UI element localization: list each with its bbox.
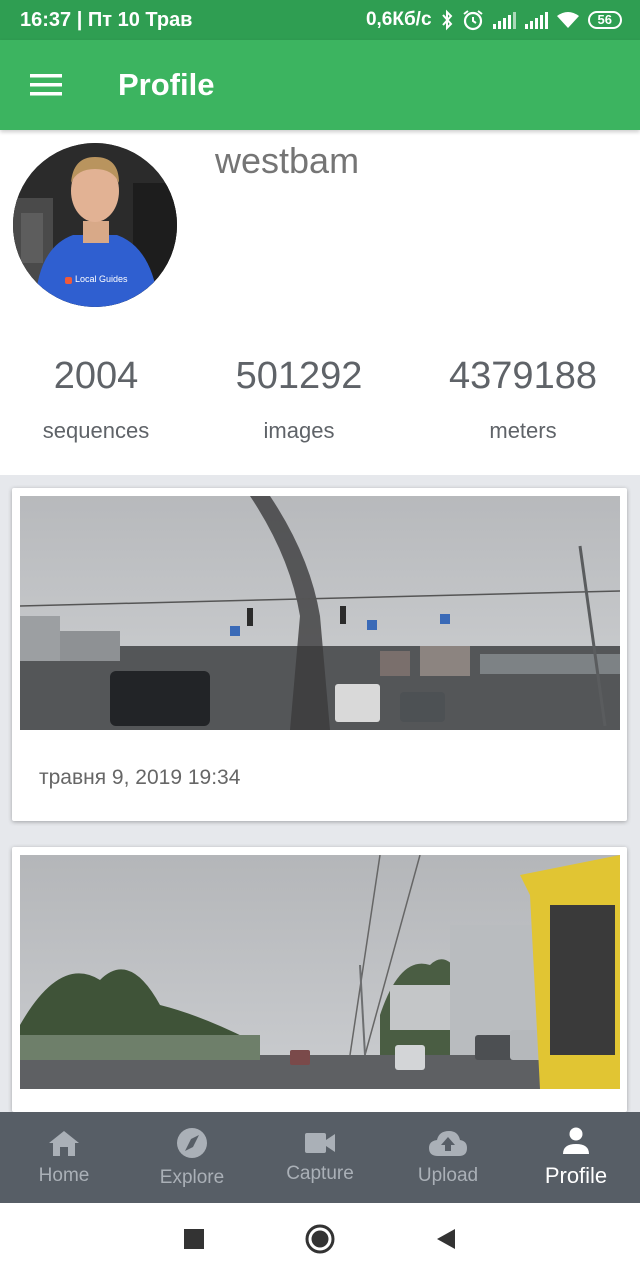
stats-row: 2004 sequences 501292 images 4379188 met… <box>0 355 640 444</box>
nav-capture[interactable]: Capture <box>256 1112 384 1203</box>
username: westbam <box>215 140 360 181</box>
nav-profile[interactable]: Profile <box>512 1112 640 1203</box>
stat-sequences: 2004 sequences <box>0 355 192 444</box>
bottom-nav: Home Explore Capture Upload Profile <box>0 1112 640 1203</box>
bluetooth-icon <box>440 9 454 31</box>
system-nav-bar <box>0 1203 640 1280</box>
signal-icon <box>492 11 516 29</box>
nav-upload-label: Upload <box>417 1164 479 1186</box>
stat-label: meters <box>489 418 557 443</box>
hamburger-menu-icon[interactable] <box>0 40 92 130</box>
recent-apps-icon[interactable] <box>184 1229 204 1254</box>
stat-meters: 4379188 meters <box>406 355 640 444</box>
stat-images: 501292 images <box>192 355 406 444</box>
stat-label: images <box>263 418 335 443</box>
compass-icon <box>176 1127 208 1159</box>
nav-home-label: Home <box>38 1164 90 1186</box>
nav-upload[interactable]: Upload <box>384 1112 512 1203</box>
nav-profile-label: Profile <box>544 1162 608 1188</box>
avatar-badge-text: Local Guides <box>75 274 128 284</box>
home-icon <box>48 1129 80 1157</box>
stat-value: 2004 <box>53 355 139 397</box>
stat-label: sequences <box>42 418 150 443</box>
nav-home[interactable]: Home <box>0 1112 128 1203</box>
battery-icon: 56 <box>587 11 622 29</box>
home-circle-icon[interactable] <box>304 1223 336 1260</box>
sequence-date: травня 9, 2019 19:34 <box>39 766 241 789</box>
nav-explore-label: Explore <box>159 1166 225 1188</box>
status-time-date: 16:37 | Пт 10 Трав <box>20 8 193 31</box>
app-bar: Profile <box>0 40 640 130</box>
stat-value: 501292 <box>235 355 363 397</box>
wifi-icon <box>556 11 580 29</box>
cloud-upload-icon <box>428 1129 468 1157</box>
sequence-card[interactable]: травня 9, 2019 19:34 <box>12 488 627 821</box>
avatar[interactable]: Local Guides <box>13 143 177 307</box>
back-icon[interactable] <box>436 1228 456 1255</box>
nav-capture-label: Capture <box>286 1162 354 1184</box>
sequence-thumbnail[interactable] <box>20 855 620 1089</box>
network-speed: 0,6Кб/с <box>365 9 432 30</box>
status-bar: 16:37 | Пт 10 Трав 0,6Кб/с 56 <box>0 0 640 40</box>
stat-value: 4379188 <box>449 355 597 397</box>
profile-header: Local Guides westbam 2004 sequences 5012… <box>0 130 640 475</box>
page-title: Profile <box>118 67 215 102</box>
videocam-icon <box>304 1131 336 1155</box>
signal-icon <box>524 11 548 29</box>
nav-explore[interactable]: Explore <box>128 1112 256 1203</box>
alarm-icon <box>462 9 484 31</box>
sequence-thumbnail[interactable] <box>20 496 620 730</box>
sequence-card[interactable] <box>12 847 627 1112</box>
person-icon <box>562 1127 590 1155</box>
